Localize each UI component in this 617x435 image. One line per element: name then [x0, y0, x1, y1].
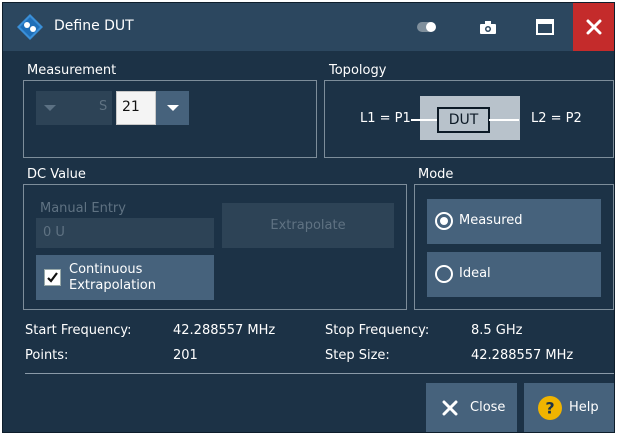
- mode-group-title: Mode: [418, 167, 454, 182]
- close-button-label: Close: [470, 400, 506, 415]
- continuous-extrapolation-checkbox[interactable]: Continuous Extrapolation: [36, 255, 214, 300]
- footer-separator: [25, 373, 614, 374]
- help-button-label: Help: [569, 400, 599, 415]
- close-button[interactable]: Close: [426, 383, 517, 432]
- toggle-icon: [417, 22, 436, 32]
- topology-line-left: [411, 119, 437, 121]
- topology-group-title: Topology: [329, 63, 387, 78]
- mode-ideal-radio[interactable]: Ideal: [427, 252, 601, 297]
- radio-selected-dot: [440, 217, 448, 225]
- dc-value-group-title: DC Value: [27, 167, 86, 182]
- maximize-button[interactable]: [525, 3, 565, 51]
- continuous-label-line2: Extrapolation: [69, 278, 157, 293]
- continuous-label-line1: Continuous: [69, 262, 143, 277]
- topology-right-port-label: L2 = P2: [531, 111, 582, 126]
- manual-entry-label: Manual Entry: [40, 201, 126, 216]
- title-bar: Define DUT: [3, 3, 614, 51]
- rohde-schwarz-logo-icon: [17, 14, 43, 40]
- define-dut-dialog: Define DUT Measurement S 21 Topology L1 …: [2, 2, 615, 433]
- screenshot-button[interactable]: [468, 3, 508, 51]
- camera-icon: [480, 20, 496, 34]
- help-icon: ?: [538, 396, 562, 420]
- start-frequency-value: 42.288557 MHz: [173, 323, 276, 338]
- radio-circle: [435, 265, 453, 283]
- close-icon: [442, 400, 458, 416]
- stop-frequency-value: 8.5 GHz: [471, 323, 523, 338]
- checkmark-icon: [47, 272, 58, 283]
- radio-circle: [435, 212, 453, 230]
- svg-text:?: ?: [545, 399, 554, 418]
- step-size-value: 42.288557 MHz: [471, 348, 574, 363]
- window-close-button[interactable]: [573, 3, 614, 51]
- close-icon: [586, 19, 601, 35]
- measurement-group-title: Measurement: [27, 63, 117, 78]
- manual-entry-field: 0 U: [36, 218, 214, 248]
- continuous-extrapolation-label: Continuous Extrapolation: [69, 262, 156, 294]
- chevron-down-icon: [44, 105, 56, 111]
- start-frequency-label: Start Frequency:: [25, 323, 132, 338]
- points-label: Points:: [25, 348, 69, 363]
- chevron-down-icon: [166, 105, 179, 111]
- mode-ideal-label: Ideal: [459, 266, 491, 281]
- checkbox-box: [44, 269, 61, 286]
- extrapolate-button: Extrapolate: [222, 203, 394, 248]
- help-button[interactable]: ? Help: [524, 383, 614, 432]
- mode-measured-radio[interactable]: Measured: [427, 199, 601, 244]
- window-title: Define DUT: [54, 18, 134, 34]
- dut-box: DUT: [437, 107, 490, 133]
- display-toggle-button[interactable]: [408, 3, 448, 51]
- points-value: 201: [173, 348, 198, 363]
- s-parameter-dropdown-button[interactable]: [156, 91, 189, 125]
- s-parameter-label: S: [99, 99, 108, 114]
- topology-left-port-label: L1 = P1: [360, 111, 411, 126]
- step-size-label: Step Size:: [325, 348, 390, 363]
- topology-line-right: [489, 119, 519, 121]
- s-parameter-combo[interactable]: 21: [116, 91, 156, 125]
- maximize-icon: [536, 19, 554, 35]
- mode-measured-label: Measured: [459, 213, 523, 228]
- stop-frequency-label: Stop Frequency:: [325, 323, 430, 338]
